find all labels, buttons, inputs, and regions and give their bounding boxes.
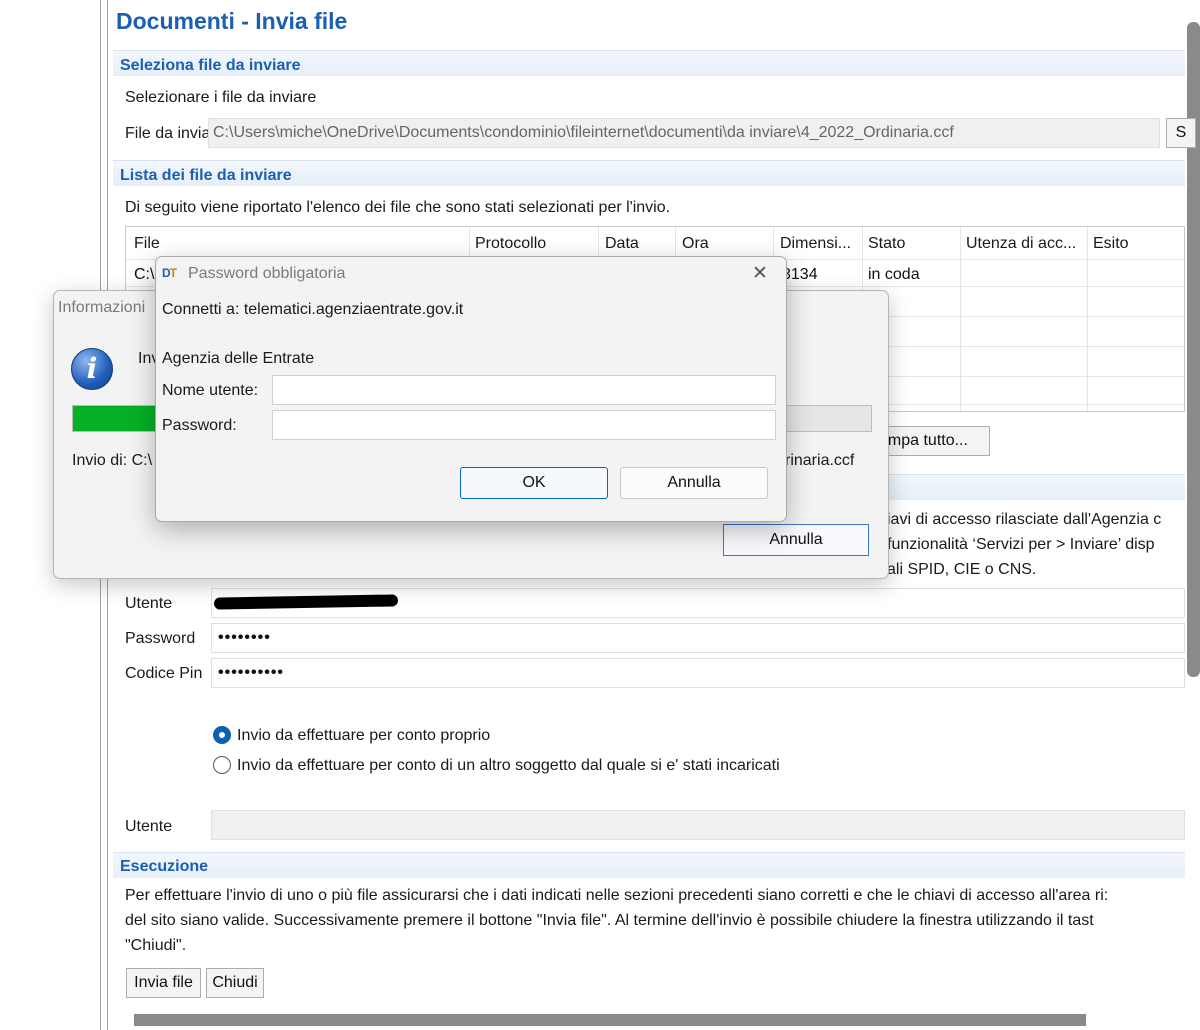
radio-other-label[interactable]: Invio da effettuare per conto di un altr…	[237, 757, 780, 775]
ok-button[interactable]: OK	[460, 467, 608, 499]
credentials-text-line-2: funzionalità ‘Servizi per > Inviare’ dis…	[887, 536, 1155, 553]
pin-label: Codice Pin	[125, 665, 203, 682]
row-file-cell[interactable]: C:\	[134, 266, 154, 284]
username-input[interactable]	[272, 375, 776, 405]
password-input[interactable]	[272, 410, 776, 440]
select-instruction: Selezionare i file da inviare	[125, 89, 317, 106]
info-icon: i	[71, 348, 113, 390]
file-path-field[interactable]: C:\Users\miche\OneDrive\Documents\condom…	[208, 118, 1160, 148]
pin-field[interactable]: ••••••••••	[211, 658, 1185, 688]
page-title: Documenti - Invia file	[116, 8, 348, 34]
col-header-time[interactable]: Ora	[682, 235, 709, 253]
connect-text: Connetti a: telematici.agenziaentrate.go…	[162, 301, 464, 318]
info-dialog-title: Informazioni	[58, 299, 146, 316]
section-title-execution: Esecuzione	[120, 858, 209, 875]
radio-own-label[interactable]: Invio da effettuare per conto proprio	[237, 727, 490, 745]
section-title-list: Lista dei file da inviare	[120, 167, 292, 184]
col-header-status[interactable]: Stato	[868, 235, 905, 253]
section-header-execution	[113, 852, 1185, 878]
radio-own-account[interactable]	[213, 726, 231, 744]
delegate-user-field[interactable]	[211, 810, 1185, 840]
radio-other-subject[interactable]	[213, 756, 231, 774]
col-header-access[interactable]: Utenza di acc...	[966, 235, 1076, 253]
execution-text-line-2: del sito siano valide. Successivamente p…	[125, 912, 1094, 929]
password-field[interactable]: ••••••••	[211, 623, 1185, 653]
horizontal-scrollbar[interactable]	[134, 1014, 1086, 1026]
close-button[interactable]: Chiudi	[206, 968, 264, 998]
section-title-select: Seleziona file da inviare	[120, 57, 301, 74]
row-status-cell[interactable]: in coda	[868, 266, 920, 284]
pw-label: Password:	[162, 417, 237, 434]
dt-app-icon: DT	[162, 266, 177, 280]
browse-button[interactable]: S	[1166, 118, 1196, 148]
col-separator	[1087, 227, 1088, 411]
col-separator	[960, 227, 961, 411]
username-label: Nome utente:	[162, 382, 259, 399]
section-header-credentials	[889, 474, 1185, 500]
sending-file-tail: rinaria.ccf	[785, 452, 855, 469]
send-file-button[interactable]: Invia file	[126, 968, 201, 998]
col-header-size[interactable]: Dimensi...	[780, 235, 851, 253]
close-icon[interactable]: ✕	[752, 262, 768, 285]
info-cancel-button[interactable]: Annulla	[723, 524, 869, 556]
col-header-result[interactable]: Esito	[1093, 235, 1129, 253]
cancel-button[interactable]: Annulla	[620, 467, 768, 499]
list-description: Di seguito viene riportato l'elenco dei …	[125, 199, 671, 216]
col-header-date[interactable]: Data	[605, 235, 639, 253]
row-size-cell[interactable]: 3134	[782, 266, 818, 284]
execution-text-line-3: "Chiudi".	[125, 937, 187, 954]
credentials-text-line-3: ali SPID, CIE o CNS.	[887, 561, 1037, 578]
col-header-protocol[interactable]: Protocollo	[475, 235, 546, 253]
credentials-text-line-1: iavi di accesso rilasciate dall'Agenzia …	[887, 511, 1162, 528]
col-header-file[interactable]: File	[134, 235, 160, 253]
progress-bar-fill	[73, 406, 166, 431]
password-label: Password	[125, 630, 196, 647]
execution-text-line-1: Per effettuare l'invio di uno o più file…	[125, 887, 1109, 904]
delegate-user-label: Utente	[125, 818, 173, 835]
password-dialog-title: Password obbligatoria	[188, 265, 346, 282]
sending-label: Invio di: C:\	[72, 452, 153, 469]
realm-text: Agenzia delle Entrate	[162, 350, 315, 367]
user-label: Utente	[125, 595, 173, 612]
